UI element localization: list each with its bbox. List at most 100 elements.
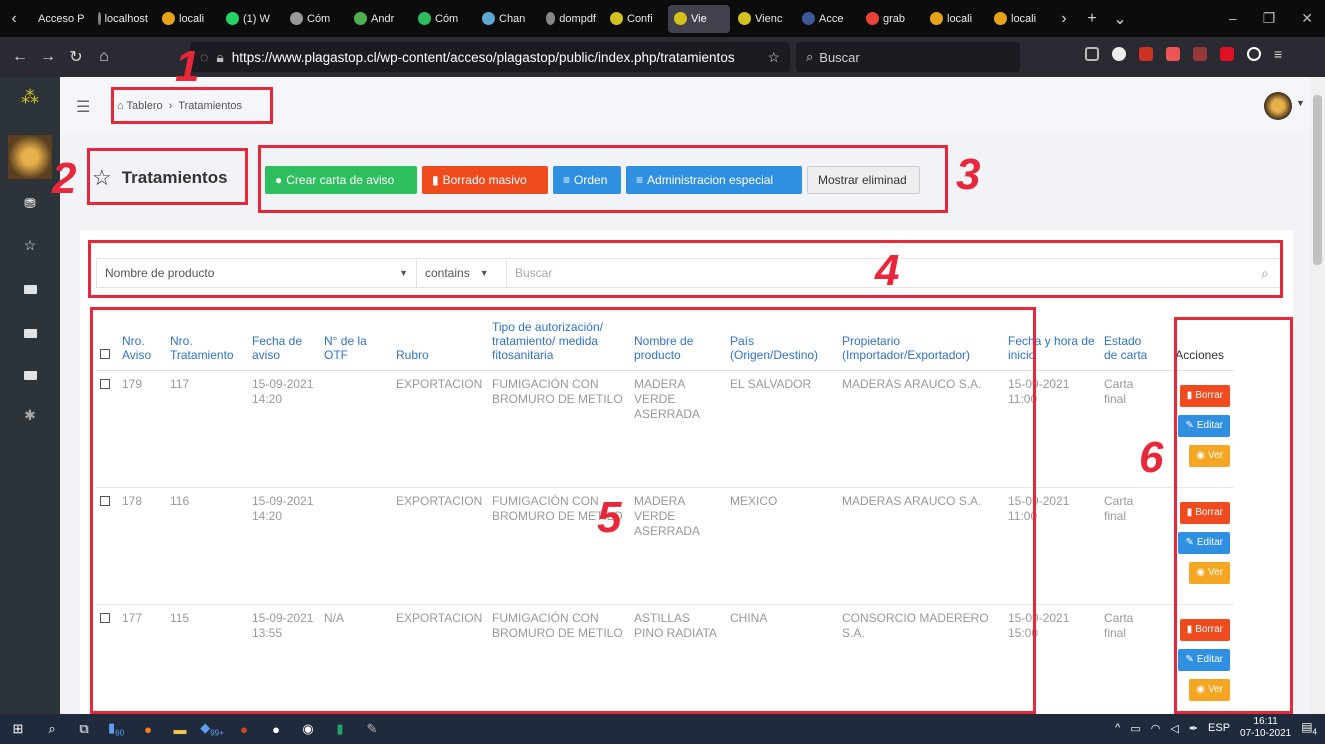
browser-tab[interactable]: dompdf: [540, 5, 602, 33]
tab-favicon-icon: [866, 12, 879, 25]
browser-tab[interactable]: Vienc: [732, 5, 794, 33]
avatar[interactable]: [1264, 92, 1292, 120]
browser-tab[interactable]: Vie: [668, 4, 730, 33]
tab-label: Vie: [691, 12, 707, 25]
browser-tab[interactable]: Cóm: [412, 5, 474, 33]
minimize-window-icon[interactable]: –: [1229, 10, 1237, 27]
annotation-number-2: 2: [52, 154, 77, 203]
tab-label: Cóm: [307, 12, 331, 25]
task-view-icon[interactable]: ⧉: [68, 721, 100, 737]
taskbar-app-icon[interactable]: ✎: [356, 721, 388, 737]
menu-icon[interactable]: ≡: [1274, 47, 1282, 61]
browser-tab[interactable]: locali: [988, 5, 1050, 33]
tab-label: localhost: [104, 12, 148, 25]
tab-favicon-icon: [546, 12, 556, 25]
search-icon[interactable]: ⌕: [36, 721, 68, 737]
browser-search-box[interactable]: ⌕ Buscar: [796, 42, 1020, 72]
annotation-number-4: 4: [875, 246, 900, 295]
search-icon: ⌕: [806, 49, 814, 64]
browser-tab[interactable]: localhost: [92, 5, 154, 33]
taskbar-app-icon[interactable]: ▮60: [100, 720, 132, 738]
tab-list: Acceso P localhost locali (1) W Cóm Andr Cóm Ch…: [28, 4, 1050, 33]
back-icon[interactable]: ←: [6, 48, 34, 66]
windows-start-icon[interactable]: ⊞: [0, 721, 36, 737]
tab-scroll-left-icon[interactable]: ‹: [0, 10, 28, 28]
browser-tab[interactable]: Andr: [348, 5, 410, 33]
browser-tab[interactable]: Acce: [796, 5, 858, 33]
url-text: https://www.plagastop.cl/wp-content/acce…: [231, 49, 735, 65]
forward-icon[interactable]: →: [34, 48, 62, 66]
tab-label: Acceso P: [38, 12, 85, 25]
restore-window-icon[interactable]: ❐: [1263, 10, 1276, 27]
system-tray: ^ ▭ ◠ ◁ ✒ ESP 16:11 07-10-2021 ▤4: [1115, 716, 1317, 740]
adblock-icon[interactable]: [1139, 47, 1153, 61]
scrollbar-thumb[interactable]: [1313, 95, 1322, 265]
browser-tab[interactable]: (1) W: [220, 5, 282, 33]
tab-label: locali: [947, 12, 973, 25]
tab-label: locali: [1011, 12, 1037, 25]
tray-chevron-icon[interactable]: ^: [1115, 722, 1120, 734]
reload-icon[interactable]: ↻: [62, 47, 90, 67]
close-window-icon[interactable]: ✕: [1301, 10, 1313, 27]
tab-label: Confi: [627, 12, 653, 25]
annotation-box-1: [111, 87, 273, 124]
annotation-box-4: [88, 240, 1283, 298]
tab-favicon-icon: [930, 12, 943, 25]
power-icon[interactable]: [1247, 47, 1261, 61]
lock-icon[interactable]: 🔒︎: [216, 49, 223, 66]
column-header[interactable]: Estado de carta: [1100, 318, 1160, 371]
annotation-number-6: 6: [1139, 433, 1164, 482]
star-icon[interactable]: ☆: [22, 237, 38, 254]
browser-tab[interactable]: locali: [924, 5, 986, 33]
notification-count: 4: [1312, 727, 1317, 737]
pocket-icon[interactable]: [1085, 47, 1099, 61]
tools-icon[interactable]: ✱: [22, 407, 38, 424]
extension-acrobat-icon[interactable]: [1220, 47, 1234, 61]
volume-icon[interactable]: ◁: [1170, 722, 1178, 735]
tab-scroll-right-icon[interactable]: ›: [1050, 10, 1078, 28]
browser-tab[interactable]: grab: [860, 5, 922, 33]
browser-tab[interactable]: Cóm: [284, 5, 346, 33]
annotation-number-5: 5: [597, 493, 622, 542]
tab-list-dropdown-icon[interactable]: ⌄: [1106, 9, 1134, 29]
new-tab-icon[interactable]: +: [1078, 10, 1106, 28]
app-logo-icon[interactable]: ⁂: [14, 87, 46, 111]
extension-d-icon[interactable]: [1112, 47, 1126, 61]
clock-time: 16:11: [1253, 716, 1278, 727]
extension-pdf-icon[interactable]: [1193, 47, 1207, 61]
battery-icon[interactable]: ▭: [1130, 722, 1140, 735]
dashboard-icon[interactable]: ⛃: [22, 195, 38, 212]
folder-icon[interactable]: [22, 325, 38, 341]
browser-search-placeholder: Buscar: [819, 49, 860, 65]
folder-icon[interactable]: [22, 367, 38, 383]
clock[interactable]: 16:11 07-10-2021: [1240, 716, 1291, 740]
taskbar-app-icon[interactable]: ●: [260, 722, 292, 737]
url-bar[interactable]: ◌ 🔒︎ https://www.plagastop.cl/wp-content…: [190, 42, 790, 72]
tab-favicon-icon: [290, 12, 303, 25]
tab-label: dompdf: [559, 12, 596, 25]
extension-toolbar: ≡: [1085, 47, 1282, 61]
annotation-box-5: [90, 307, 1036, 714]
avatar-dropdown-icon[interactable]: ▼: [1296, 98, 1305, 108]
wifi-icon[interactable]: ◠: [1151, 722, 1161, 735]
clock-date: 07-10-2021: [1240, 728, 1292, 739]
excel-icon[interactable]: ▮: [324, 721, 356, 737]
firefox-icon[interactable]: ●: [132, 722, 164, 737]
taskbar-app-icon[interactable]: ◉: [292, 721, 324, 737]
pen-icon[interactable]: ✒: [1189, 722, 1198, 735]
browser-tab[interactable]: locali: [156, 5, 218, 33]
file-explorer-icon[interactable]: ▬: [164, 722, 196, 737]
language-indicator[interactable]: ESP: [1208, 722, 1230, 734]
hamburger-menu-icon[interactable]: ☰: [76, 97, 90, 117]
folder-icon[interactable]: [22, 281, 38, 297]
notifications-icon[interactable]: ▤4: [1301, 720, 1317, 736]
browser-tab[interactable]: Chan: [476, 5, 538, 33]
browser-tab[interactable]: Acceso P: [28, 5, 90, 33]
extension-red-icon[interactable]: [1166, 47, 1180, 61]
taskbar-app-icon[interactable]: ◆99+: [196, 720, 228, 738]
bookmark-star-icon[interactable]: ☆: [767, 49, 790, 66]
shield-icon[interactable]: ◌: [200, 49, 208, 65]
home-icon[interactable]: ⌂: [90, 48, 118, 66]
browser-tab[interactable]: Confi: [604, 5, 666, 33]
powerpoint-icon[interactable]: ●: [228, 722, 260, 737]
